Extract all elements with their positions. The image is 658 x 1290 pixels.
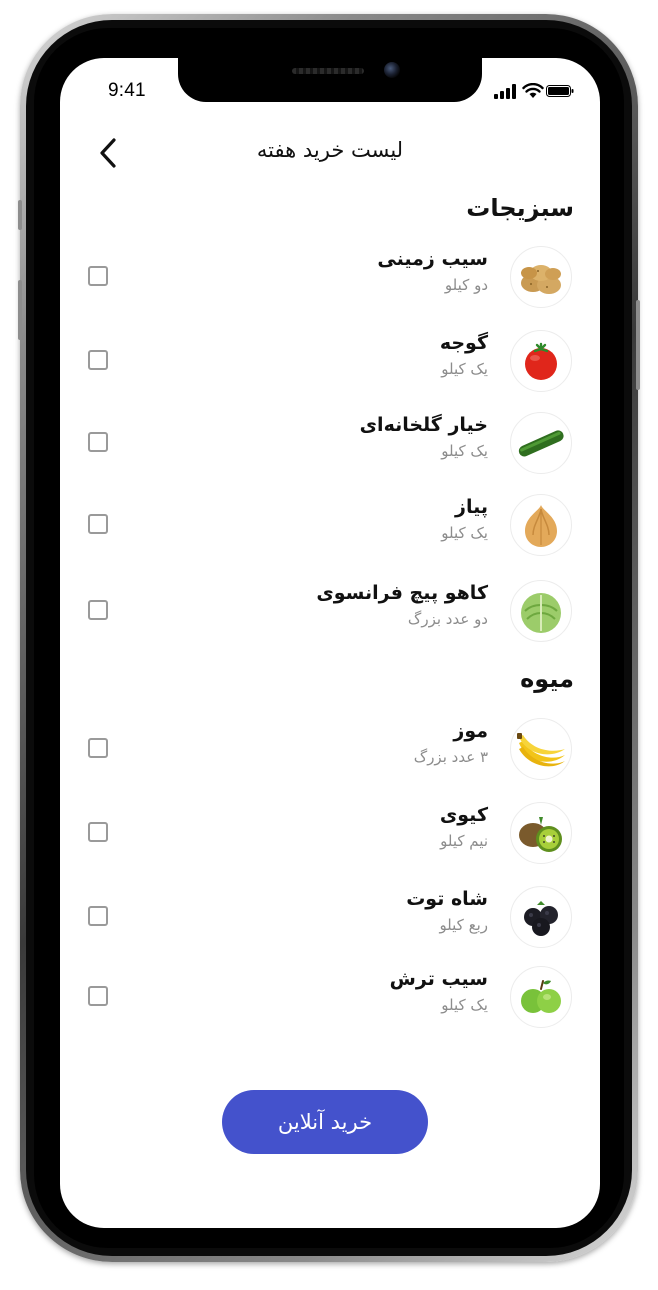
speaker-grille	[292, 68, 364, 74]
item-checkbox[interactable]	[88, 738, 108, 758]
notch	[178, 58, 482, 102]
item-name: گوجه	[439, 332, 488, 354]
page-title: لیست خرید هفته	[256, 138, 404, 162]
banana-image	[510, 718, 572, 780]
status-time: 9:41	[108, 80, 146, 101]
item-quantity: ربع کیلو	[439, 916, 488, 934]
lettuce-image	[510, 580, 572, 642]
list-item: خیار گلخانه‌ای یک کیلو	[60, 410, 600, 476]
item-checkbox[interactable]	[88, 514, 108, 534]
potato-image	[510, 246, 572, 308]
kiwi-image	[510, 802, 572, 864]
item-name: سیب ترش	[389, 968, 488, 990]
item-quantity: دو کیلو	[444, 276, 488, 294]
blackberry-image	[510, 886, 572, 948]
list-item: سیب ترش یک کیلو	[60, 964, 600, 1030]
buy-online-button[interactable]: خرید آنلاین	[222, 1090, 428, 1154]
cucumber-image	[510, 412, 572, 474]
list-item: کاهو پیچ فرانسوی دو عدد بزرگ	[60, 578, 600, 644]
app-screen: 9:41 لیست خرید هفته سبزیجات سیب زمینی دو…	[60, 58, 600, 1228]
battery-icon	[546, 85, 574, 97]
item-checkbox[interactable]	[88, 986, 108, 1006]
item-checkbox[interactable]	[88, 350, 108, 370]
item-name: کاهو پیچ فرانسوی	[316, 582, 488, 604]
item-quantity: یک کیلو	[441, 996, 488, 1014]
section-title-fruits: میوه	[520, 665, 574, 693]
onion-image	[510, 494, 572, 556]
item-checkbox[interactable]	[88, 822, 108, 842]
section-title-vegetables: سبزیجات	[466, 194, 574, 222]
item-name: پیاز	[455, 496, 488, 518]
item-checkbox[interactable]	[88, 600, 108, 620]
list-item: موز ۳ عدد بزرگ	[60, 716, 600, 782]
item-quantity: ۳ عدد بزرگ	[413, 748, 488, 766]
side-button	[636, 300, 640, 390]
item-checkbox[interactable]	[88, 432, 108, 452]
item-checkbox[interactable]	[88, 906, 108, 926]
item-name: سیب زمینی	[377, 248, 488, 270]
item-quantity: یک کیلو	[441, 442, 488, 460]
item-name: موز	[453, 720, 488, 742]
item-quantity: یک کیلو	[441, 360, 488, 378]
list-item: گوجه یک کیلو	[60, 328, 600, 394]
list-item: شاه توت ربع کیلو	[60, 884, 600, 950]
list-item: سیب زمینی دو کیلو	[60, 244, 600, 310]
green-apple-image	[510, 966, 572, 1028]
item-quantity: یک کیلو	[441, 524, 488, 542]
signal-icon	[494, 83, 518, 99]
list-item: کیوی نیم کیلو	[60, 800, 600, 866]
status-icons	[494, 83, 574, 99]
item-name: شاه توت	[406, 888, 488, 910]
item-quantity: دو عدد بزرگ	[407, 610, 488, 628]
wifi-icon	[522, 83, 544, 98]
front-camera	[384, 62, 400, 78]
item-checkbox[interactable]	[88, 266, 108, 286]
side-button	[18, 280, 22, 340]
item-quantity: نیم کیلو	[440, 832, 488, 850]
tomato-image	[510, 330, 572, 392]
item-name: کیوی	[439, 804, 488, 826]
list-item: پیاز یک کیلو	[60, 492, 600, 558]
item-name: خیار گلخانه‌ای	[359, 414, 488, 436]
side-button	[18, 200, 22, 230]
